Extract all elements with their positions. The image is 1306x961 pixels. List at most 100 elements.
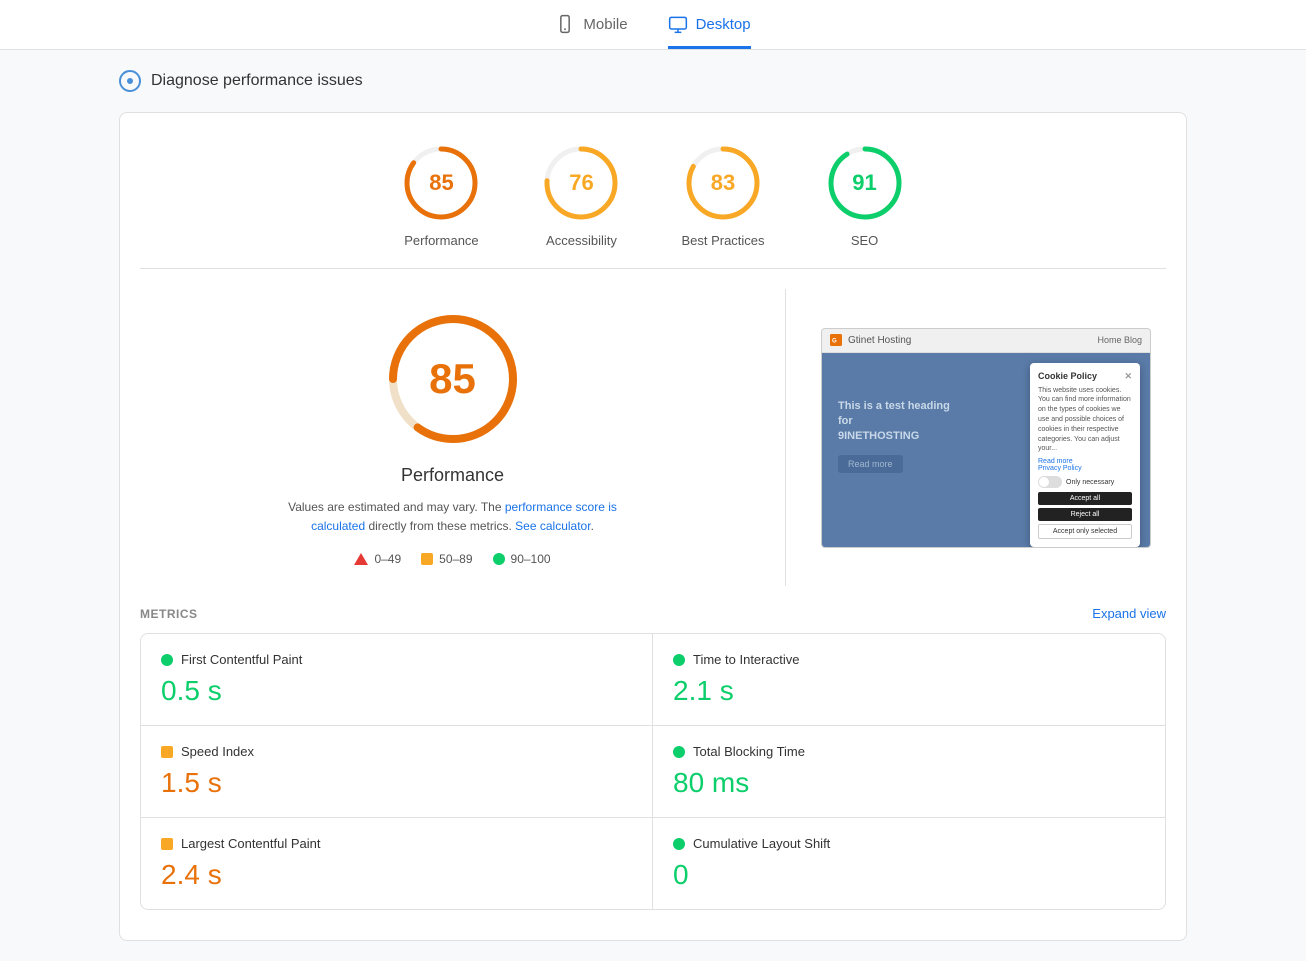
metric-fcp-header: First Contentful Paint [161, 652, 632, 667]
score-seo: 91 SEO [825, 143, 905, 248]
metric-lcp-name: Largest Contentful Paint [181, 836, 320, 851]
top-navigation: Mobile Desktop [0, 0, 1306, 50]
cookie-accept-all[interactable]: Accept all [1038, 492, 1132, 505]
screenshot-preview: G Gtinet Hosting Home Blog This is a tes… [821, 328, 1151, 548]
expand-view-button[interactable]: Expand view [1092, 606, 1166, 621]
performance-description: Values are estimated and may vary. The p… [263, 498, 643, 536]
score-accessibility: 76 Accessibility [541, 143, 621, 248]
tab-mobile[interactable]: Mobile [555, 14, 627, 49]
metric-si-header: Speed Index [161, 744, 632, 759]
legend-bad-label: 0–49 [374, 552, 401, 566]
scores-row: 85 Performance 76 Accessibility [140, 143, 1166, 269]
metric-tbt-header: Total Blocking Time [673, 744, 1145, 759]
metric-fcp-name: First Contentful Paint [181, 652, 302, 667]
metric-lcp-dot [161, 838, 173, 850]
metric-cls-value: 0 [673, 859, 1145, 891]
score-value-seo: 91 [852, 170, 876, 196]
legend-medium-label: 50–89 [439, 552, 472, 566]
score-circle-seo: 91 [825, 143, 905, 223]
legend-circle-icon [493, 553, 505, 565]
desktop-icon [668, 14, 688, 34]
metric-si-value: 1.5 s [161, 767, 632, 799]
metrics-section: METRICS Expand view First Contentful Pai… [140, 606, 1166, 910]
metric-tti-dot [673, 654, 685, 666]
metric-tti-header: Time to Interactive [673, 652, 1145, 667]
metric-cls-header: Cumulative Layout Shift [673, 836, 1145, 851]
metric-lcp-value: 2.4 s [161, 859, 632, 891]
score-value-performance: 85 [429, 170, 453, 196]
screenshot-read-more: Read more [838, 455, 903, 473]
content-split: 85 Performance Values are estimated and … [140, 289, 1166, 586]
diagnose-title: Diagnose performance issues [151, 72, 363, 90]
score-circle-performance: 85 [401, 143, 481, 223]
vertical-divider [785, 289, 786, 586]
cookie-popup: Cookie Policy ✕ This website uses cookie… [1030, 363, 1140, 548]
metric-fcp-value: 0.5 s [161, 675, 632, 707]
legend-medium: 50–89 [421, 552, 472, 566]
calculator-link[interactable]: See calculator [515, 519, 590, 533]
screenshot-logo-icon: G [830, 334, 842, 346]
screenshot-heading: This is a test heading for9INETHOSTING [838, 399, 958, 445]
cookie-popup-links: Read morePrivacy Policy [1038, 458, 1132, 472]
cookie-popup-text: This website uses cookies. You can find … [1038, 386, 1132, 455]
score-performance: 85 Performance [401, 143, 481, 248]
metric-cls-dot [673, 838, 685, 850]
diagnose-icon [119, 70, 141, 92]
metric-lcp: Largest Contentful Paint 2.4 s [140, 818, 653, 910]
screenshot-content: This is a test heading for9INETHOSTING R… [822, 353, 1150, 548]
metric-si: Speed Index 1.5 s [140, 726, 653, 818]
performance-title: Performance [401, 465, 504, 486]
metric-fcp-dot [161, 654, 173, 666]
legend-good-label: 90–100 [511, 552, 551, 566]
svg-text:G: G [832, 339, 837, 345]
desc-prefix: Values are estimated and may vary. The [288, 500, 505, 514]
legend-row: 0–49 50–89 90–100 [354, 552, 550, 566]
diagnose-row: Diagnose performance issues [119, 70, 1187, 92]
big-score-number: 85 [429, 355, 476, 403]
metric-tbt-dot [673, 746, 685, 758]
cookie-accept-selected[interactable]: Accept only selected [1038, 524, 1132, 539]
desktop-tab-label: Desktop [696, 16, 751, 33]
cookie-popup-title: Cookie Policy ✕ [1038, 371, 1132, 382]
left-panel: 85 Performance Values are estimated and … [140, 289, 765, 586]
score-label-accessibility: Accessibility [546, 233, 617, 248]
cookie-close-icon[interactable]: ✕ [1124, 371, 1132, 382]
score-value-accessibility: 76 [569, 170, 593, 196]
cookie-reject-all[interactable]: Reject all [1038, 508, 1132, 521]
screenshot-bar-text: Gtinet Hosting [848, 335, 911, 346]
cookie-toggle-row: Only necessary [1038, 476, 1132, 488]
metric-tti: Time to Interactive 2.1 s [653, 633, 1166, 726]
legend-bad: 0–49 [354, 552, 401, 566]
score-best-practices: 83 Best Practices [681, 143, 764, 248]
desc-middle: directly from these metrics. [365, 519, 515, 533]
desc-suffix: . [591, 519, 594, 533]
metrics-grid: First Contentful Paint 0.5 s Time to Int… [140, 633, 1166, 910]
score-circle-accessibility: 76 [541, 143, 621, 223]
metric-tbt-name: Total Blocking Time [693, 744, 805, 759]
metrics-header: METRICS Expand view [140, 606, 1166, 621]
metric-tbt: Total Blocking Time 80 ms [653, 726, 1166, 818]
tab-desktop[interactable]: Desktop [668, 14, 751, 49]
score-label-seo: SEO [851, 233, 878, 248]
legend-good: 90–100 [493, 552, 551, 566]
cookie-toggle[interactable] [1038, 476, 1062, 488]
right-panel: G Gtinet Hosting Home Blog This is a tes… [806, 289, 1166, 586]
page-content: Diagnose performance issues 85 Performan… [103, 50, 1203, 961]
metric-cls-name: Cumulative Layout Shift [693, 836, 830, 851]
metric-si-name: Speed Index [181, 744, 254, 759]
mobile-icon [555, 14, 575, 34]
score-label-best-practices: Best Practices [681, 233, 764, 248]
legend-triangle-icon [354, 553, 368, 565]
metric-fcp: First Contentful Paint 0.5 s [140, 633, 653, 726]
big-score-circle: 85 [383, 309, 523, 449]
metric-lcp-header: Largest Contentful Paint [161, 836, 632, 851]
score-label-performance: Performance [404, 233, 478, 248]
metric-tti-name: Time to Interactive [693, 652, 799, 667]
metric-tti-value: 2.1 s [673, 675, 1145, 707]
metrics-label: METRICS [140, 607, 198, 621]
metric-si-dot [161, 746, 173, 758]
main-card: 85 Performance 76 Accessibility [119, 112, 1187, 941]
cookie-toggle-label: Only necessary [1066, 479, 1114, 486]
metric-tbt-value: 80 ms [673, 767, 1145, 799]
metric-cls: Cumulative Layout Shift 0 [653, 818, 1166, 910]
